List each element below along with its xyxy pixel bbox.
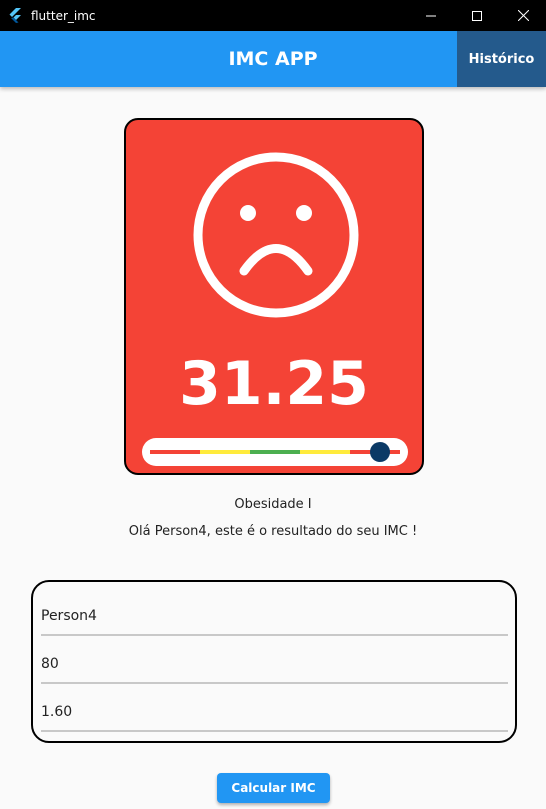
weight-field [41,636,508,684]
scale-segment-normal-low [200,450,250,454]
title-bar: flutter_imc [0,0,546,31]
history-button[interactable]: Histórico [457,31,546,87]
bmi-scale-track [150,450,400,454]
scale-segment-normal [250,450,300,454]
bmi-value: 31.25 [179,349,369,419]
scale-segment-underweight [150,450,200,454]
result-message: Olá Person4, este é o resultado do seu I… [128,524,418,539]
sad-face-icon [193,152,359,318]
bmi-scale [142,438,408,466]
flutter-logo-icon [9,8,25,24]
input-form [31,580,517,743]
maximize-icon[interactable] [454,0,500,31]
minimize-icon[interactable] [408,0,454,31]
app-bar: IMC APP Histórico [0,31,546,87]
height-input[interactable] [41,684,508,730]
bmi-scale-marker [370,442,390,462]
weight-input[interactable] [41,636,508,682]
result-card: 31.25 [124,118,424,475]
name-field [41,588,508,636]
app-window: flutter_imc IMC APP Histórico 31.25 Obes… [0,0,546,809]
height-field [41,684,508,732]
bmi-category: Obesidade I [234,497,312,512]
window-title: flutter_imc [31,8,96,23]
window-controls [408,0,546,31]
calculate-button[interactable]: Calcular IMC [217,773,330,803]
close-icon[interactable] [500,0,546,31]
scale-segment-overweight [300,450,350,454]
name-input[interactable] [41,588,508,634]
